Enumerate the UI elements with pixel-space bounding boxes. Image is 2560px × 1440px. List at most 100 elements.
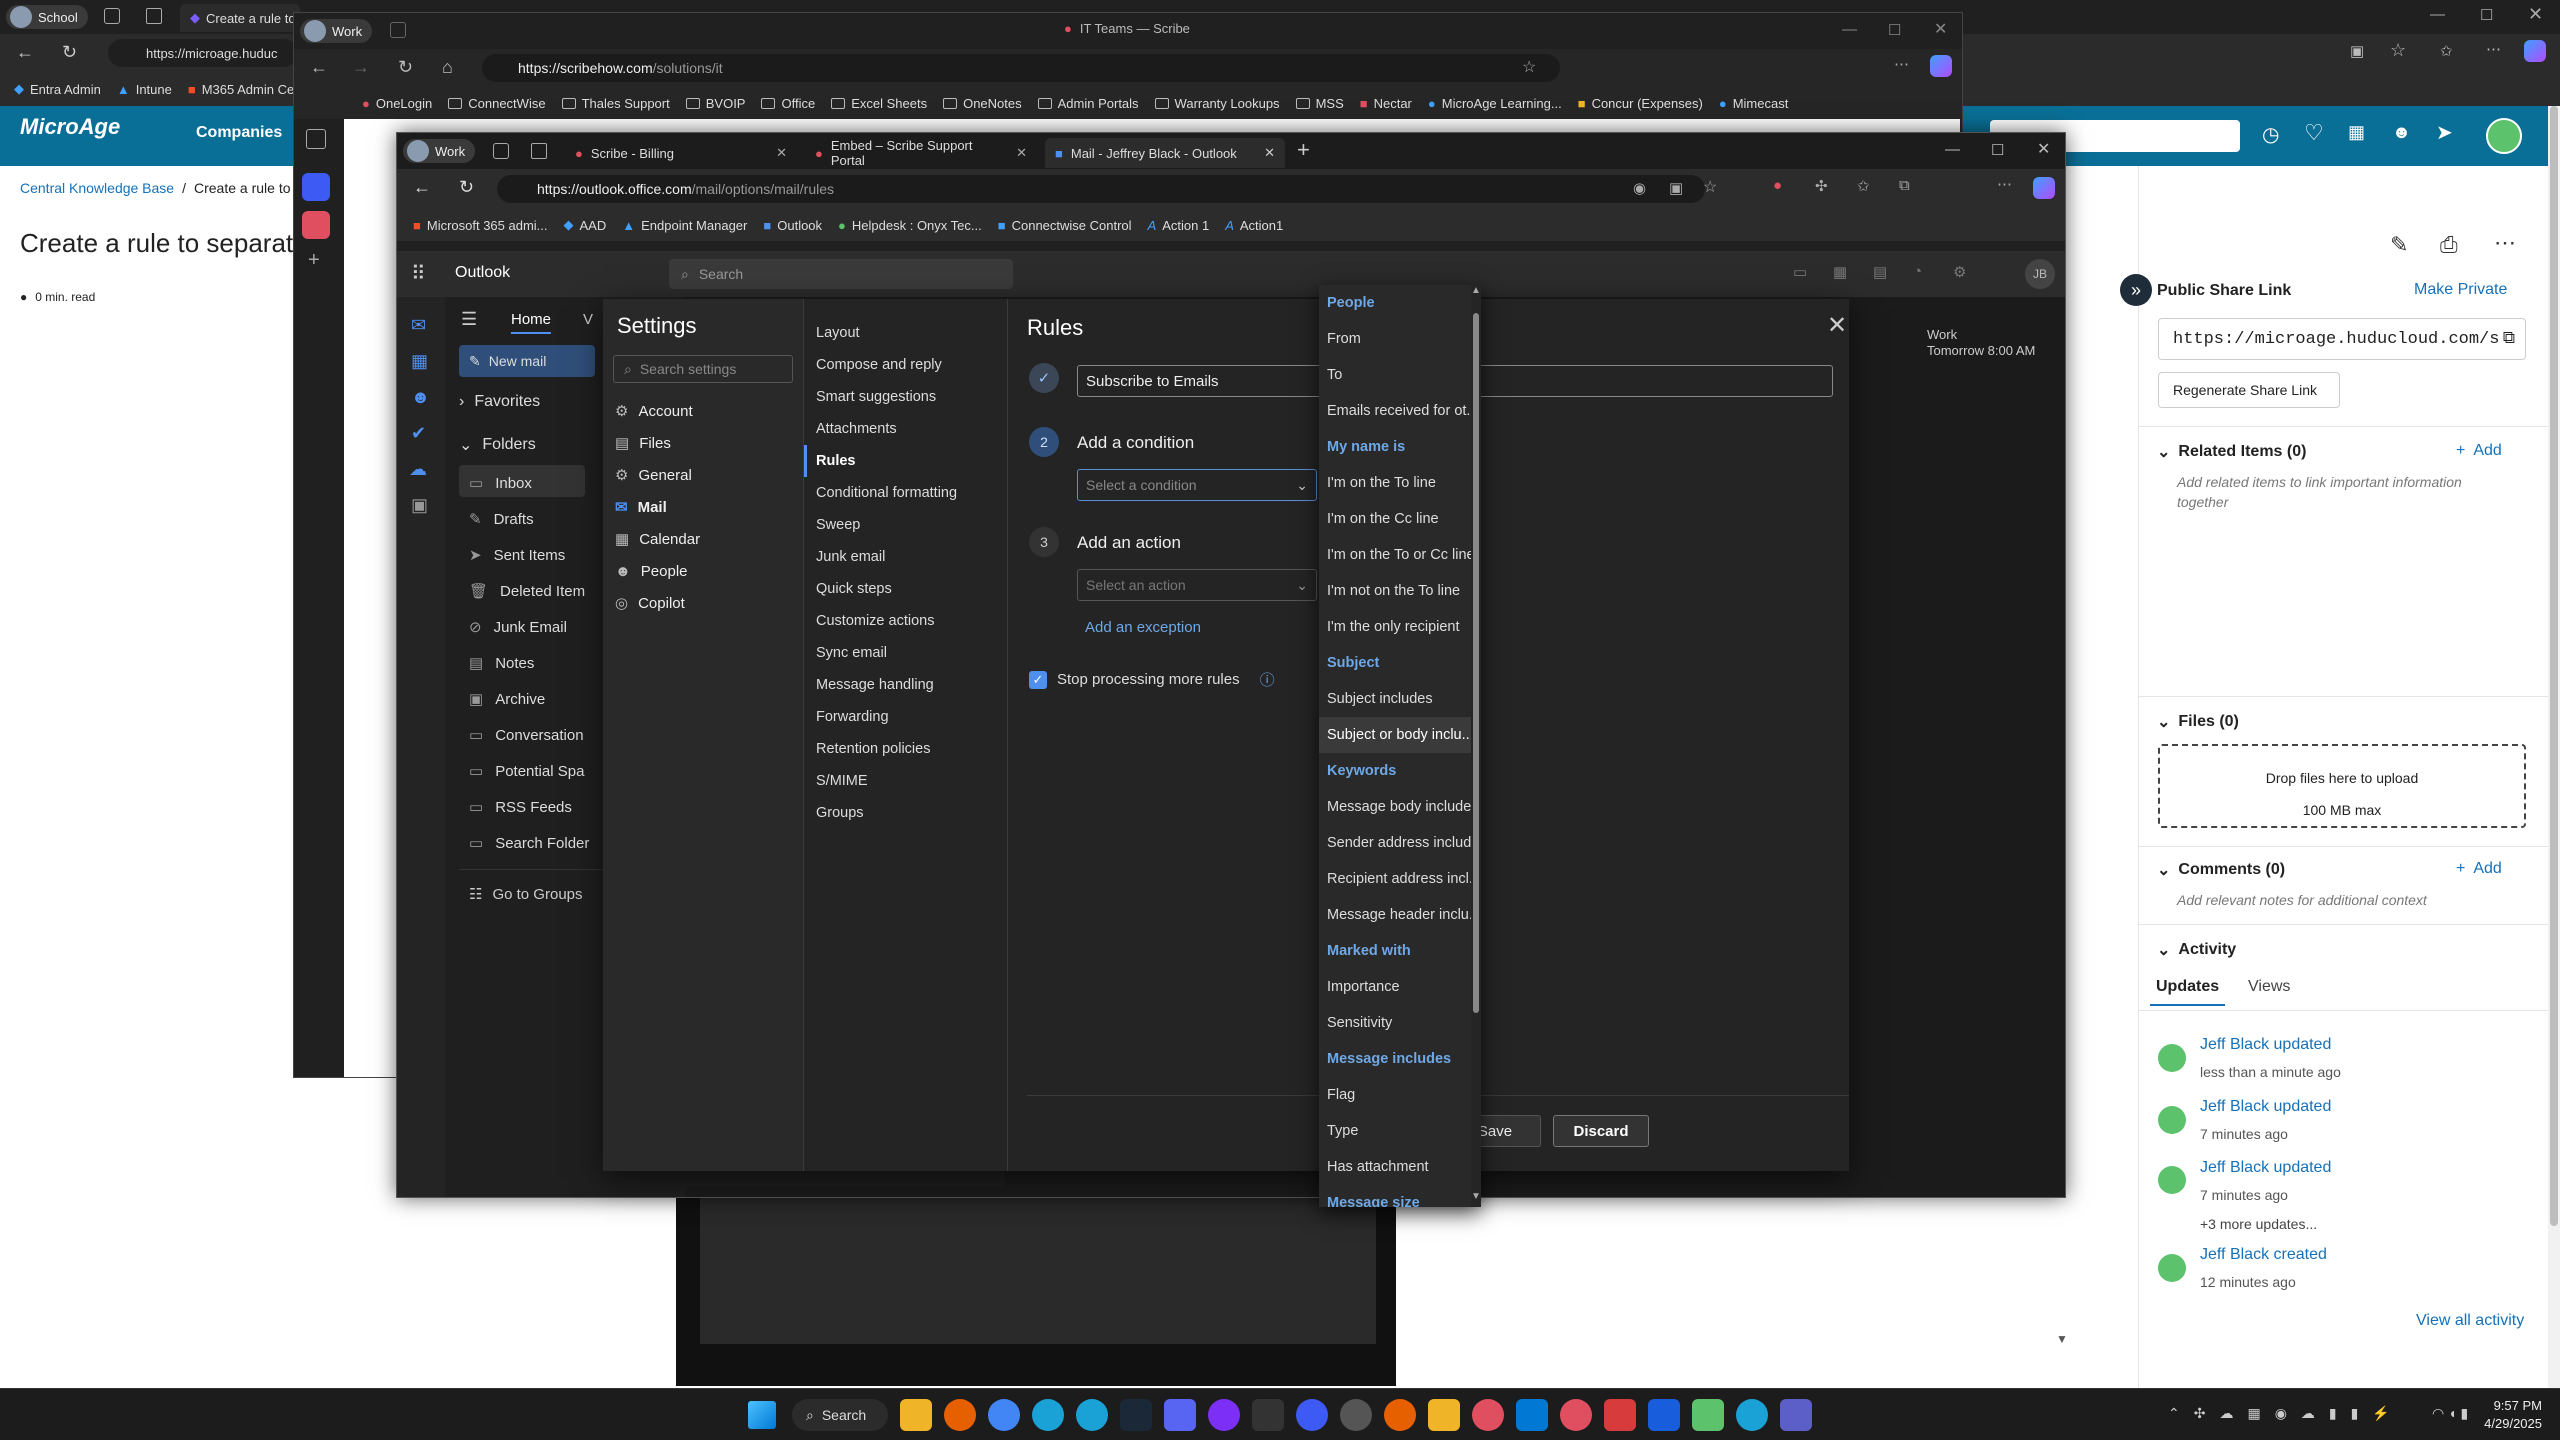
maximize-icon[interactable]: ☐ bbox=[1991, 141, 2004, 159]
people-icon[interactable]: ☻ bbox=[2392, 122, 2411, 143]
tab-updates[interactable]: Updates bbox=[2150, 978, 2226, 1006]
scroll-down-icon[interactable]: ▼ bbox=[2056, 1332, 2068, 1346]
collapse-sidebar-button[interactable]: » bbox=[2120, 274, 2152, 306]
favorite-star-icon[interactable]: ☆ bbox=[1522, 57, 1536, 77]
sub-compose[interactable]: Compose and reply bbox=[804, 349, 1004, 381]
add-exception-link[interactable]: Add an exception bbox=[1085, 619, 1201, 636]
sub-smime[interactable]: S/MIME bbox=[804, 765, 1004, 797]
fav-item[interactable]: MSS bbox=[1288, 96, 1352, 111]
comments-header[interactable]: ⌄ Comments (0) bbox=[2157, 860, 2285, 880]
system-tray[interactable]: ⌃✣☁▦◉☁▮▮⚡ bbox=[2168, 1405, 2404, 1422]
app-icon[interactable] bbox=[1340, 1399, 1372, 1431]
close-icon[interactable]: ✕ bbox=[2037, 139, 2050, 159]
edge-icon[interactable] bbox=[1032, 1399, 1064, 1431]
favorite-star-icon[interactable]: ☆ bbox=[1703, 177, 1717, 197]
fav-item[interactable]: BVOIP bbox=[678, 96, 754, 111]
maximize-icon[interactable]: ☐ bbox=[2480, 6, 2493, 24]
dropdown-option[interactable]: I'm the only recipient bbox=[1319, 609, 1481, 645]
copilot-icon[interactable] bbox=[2033, 177, 2055, 199]
more-apps-icon[interactable]: ▣ bbox=[411, 495, 428, 516]
scrollbar-thumb[interactable] bbox=[2550, 106, 2558, 1226]
fav-item[interactable]: ● Mimecast bbox=[1711, 96, 1796, 111]
copilot-icon[interactable] bbox=[2524, 40, 2546, 62]
profile-button[interactable]: School bbox=[6, 5, 88, 29]
more-icon[interactable]: ⋯ bbox=[1997, 175, 2012, 193]
settings-calendar[interactable]: ▦ Calendar bbox=[603, 523, 803, 555]
people-icon[interactable]: ☻ bbox=[411, 387, 430, 408]
fav-item[interactable]: ConnectWise bbox=[440, 96, 553, 111]
fav-item[interactable]: A Action 1 bbox=[1140, 218, 1218, 233]
base-active-tab[interactable]: ◆ Create a rule to bbox=[180, 4, 300, 32]
activity-link[interactable]: Jeff Black updated bbox=[2200, 1159, 2331, 1177]
dropdown-scrollbar[interactable]: ▲ ▼ bbox=[1471, 285, 1481, 1207]
condition-select[interactable]: Select a condition ⌄ bbox=[1077, 469, 1317, 501]
view-all-activity-link[interactable]: View all activity bbox=[2416, 1312, 2524, 1330]
dropdown-option[interactable]: I'm not on the To line bbox=[1319, 573, 1481, 609]
dropdown-option[interactable]: Message body includes bbox=[1319, 789, 1481, 825]
app-icon[interactable] bbox=[1604, 1399, 1636, 1431]
favorites-header[interactable]: › Favorites bbox=[459, 393, 540, 411]
minimize-icon[interactable]: — bbox=[2430, 6, 2445, 23]
go-to-groups[interactable]: ☷ Go to Groups bbox=[469, 885, 583, 904]
fav-intune[interactable]: ▲ Intune bbox=[109, 82, 180, 97]
dropdown-option[interactable]: Emails received for ot... bbox=[1319, 393, 1481, 429]
close-icon[interactable]: ✕ bbox=[1934, 19, 1947, 39]
visual-studio-icon[interactable] bbox=[1516, 1399, 1548, 1431]
event-reminder[interactable]: Work Tomorrow 8:00 AM bbox=[1927, 327, 2035, 359]
mail-icon[interactable]: ✉ bbox=[411, 315, 426, 336]
dropdown-option[interactable]: I'm on the To or Cc line bbox=[1319, 537, 1481, 573]
tab-actions-icon[interactable] bbox=[531, 143, 547, 159]
settings-people[interactable]: ☻ People bbox=[603, 555, 803, 587]
close-tab-icon[interactable]: ✕ bbox=[776, 145, 787, 161]
refresh-icon[interactable]: ↻ bbox=[62, 42, 77, 63]
dropdown-option[interactable]: Sender address includ... bbox=[1319, 825, 1481, 861]
start-icon[interactable] bbox=[748, 1401, 776, 1429]
scroll-up-icon[interactable]: ▲ bbox=[1471, 285, 1481, 296]
onedrive-icon[interactable]: ☁ bbox=[409, 459, 427, 480]
related-items-header[interactable]: ⌄ Related Items (0) bbox=[2157, 442, 2306, 462]
file-dropzone[interactable]: Drop files here to upload 100 MB max bbox=[2158, 744, 2526, 828]
back-icon[interactable]: ← bbox=[16, 42, 34, 63]
fav-item[interactable]: ■ Nectar bbox=[1352, 96, 1420, 111]
sub-retention[interactable]: Retention policies bbox=[804, 733, 1004, 765]
fav-item[interactable]: ■ Microsoft 365 admi... bbox=[405, 218, 556, 233]
sub-message-handling[interactable]: Message handling bbox=[804, 669, 1004, 701]
tab-home[interactable]: Home bbox=[511, 311, 552, 334]
dropdown-option[interactable]: Recipient address incl... bbox=[1319, 861, 1481, 897]
sub-smart-suggestions[interactable]: Smart suggestions bbox=[804, 381, 1004, 413]
hamburger-icon[interactable]: ☰ bbox=[461, 309, 477, 330]
fav-item[interactable]: ■ Outlook bbox=[755, 218, 830, 233]
dropdown-option[interactable]: Subject or body inclu... bbox=[1319, 717, 1481, 753]
fav-entra[interactable]: ◆ Entra Admin bbox=[6, 81, 109, 97]
dropdown-option[interactable]: Message header inclu... bbox=[1319, 897, 1481, 933]
more-actions-icon[interactable]: ⋯ bbox=[2494, 230, 2516, 256]
fav-item[interactable]: ▲ Endpoint Manager bbox=[614, 218, 755, 233]
close-icon[interactable]: ✕ bbox=[2528, 4, 2543, 25]
close-settings-icon[interactable]: ✕ bbox=[1827, 311, 1847, 340]
fav-item[interactable]: Warranty Lookups bbox=[1147, 96, 1288, 111]
fav-item[interactable]: ● OneLogin bbox=[354, 96, 440, 111]
settings-mail[interactable]: ✉ Mail bbox=[603, 491, 803, 523]
taskbar-search[interactable]: ⌕ Search bbox=[792, 1399, 888, 1431]
clock-icon[interactable]: ◷ bbox=[2262, 122, 2279, 147]
activity-link[interactable]: Jeff Black updated bbox=[2200, 1098, 2331, 1116]
todo-icon[interactable]: ✔ bbox=[411, 423, 426, 444]
clock[interactable]: 9:57 PM 4/29/2025 bbox=[2482, 1397, 2542, 1433]
tab-views[interactable]: Views bbox=[2248, 978, 2290, 996]
notes-icon[interactable]: ▤ bbox=[1873, 263, 1887, 281]
send-icon[interactable]: ➤ bbox=[2436, 120, 2453, 145]
favorite-star-icon[interactable]: ☆ bbox=[2390, 40, 2406, 61]
workspaces-icon[interactable] bbox=[493, 143, 509, 159]
sub-customize-actions[interactable]: Customize actions bbox=[804, 605, 1004, 637]
sidebar-scribe-icon[interactable] bbox=[302, 211, 330, 239]
add-icon[interactable]: + bbox=[308, 249, 320, 272]
tab-scribe-billing[interactable]: ● Scribe - Billing ✕ bbox=[565, 138, 797, 168]
bell-icon[interactable]: ◔ bbox=[1913, 263, 1922, 280]
sub-conditional-formatting[interactable]: Conditional formatting bbox=[804, 477, 1004, 509]
collections-icon[interactable]: ⧉ bbox=[1899, 177, 1910, 194]
sub-sweep[interactable]: Sweep bbox=[804, 509, 1004, 541]
more-icon[interactable]: ⋯ bbox=[1894, 55, 1909, 73]
home-icon[interactable]: ⌂ bbox=[442, 57, 453, 78]
fav-item[interactable]: ● Helpdesk : Onyx Tec... bbox=[830, 218, 990, 233]
refresh-icon[interactable]: ↻ bbox=[398, 57, 413, 78]
